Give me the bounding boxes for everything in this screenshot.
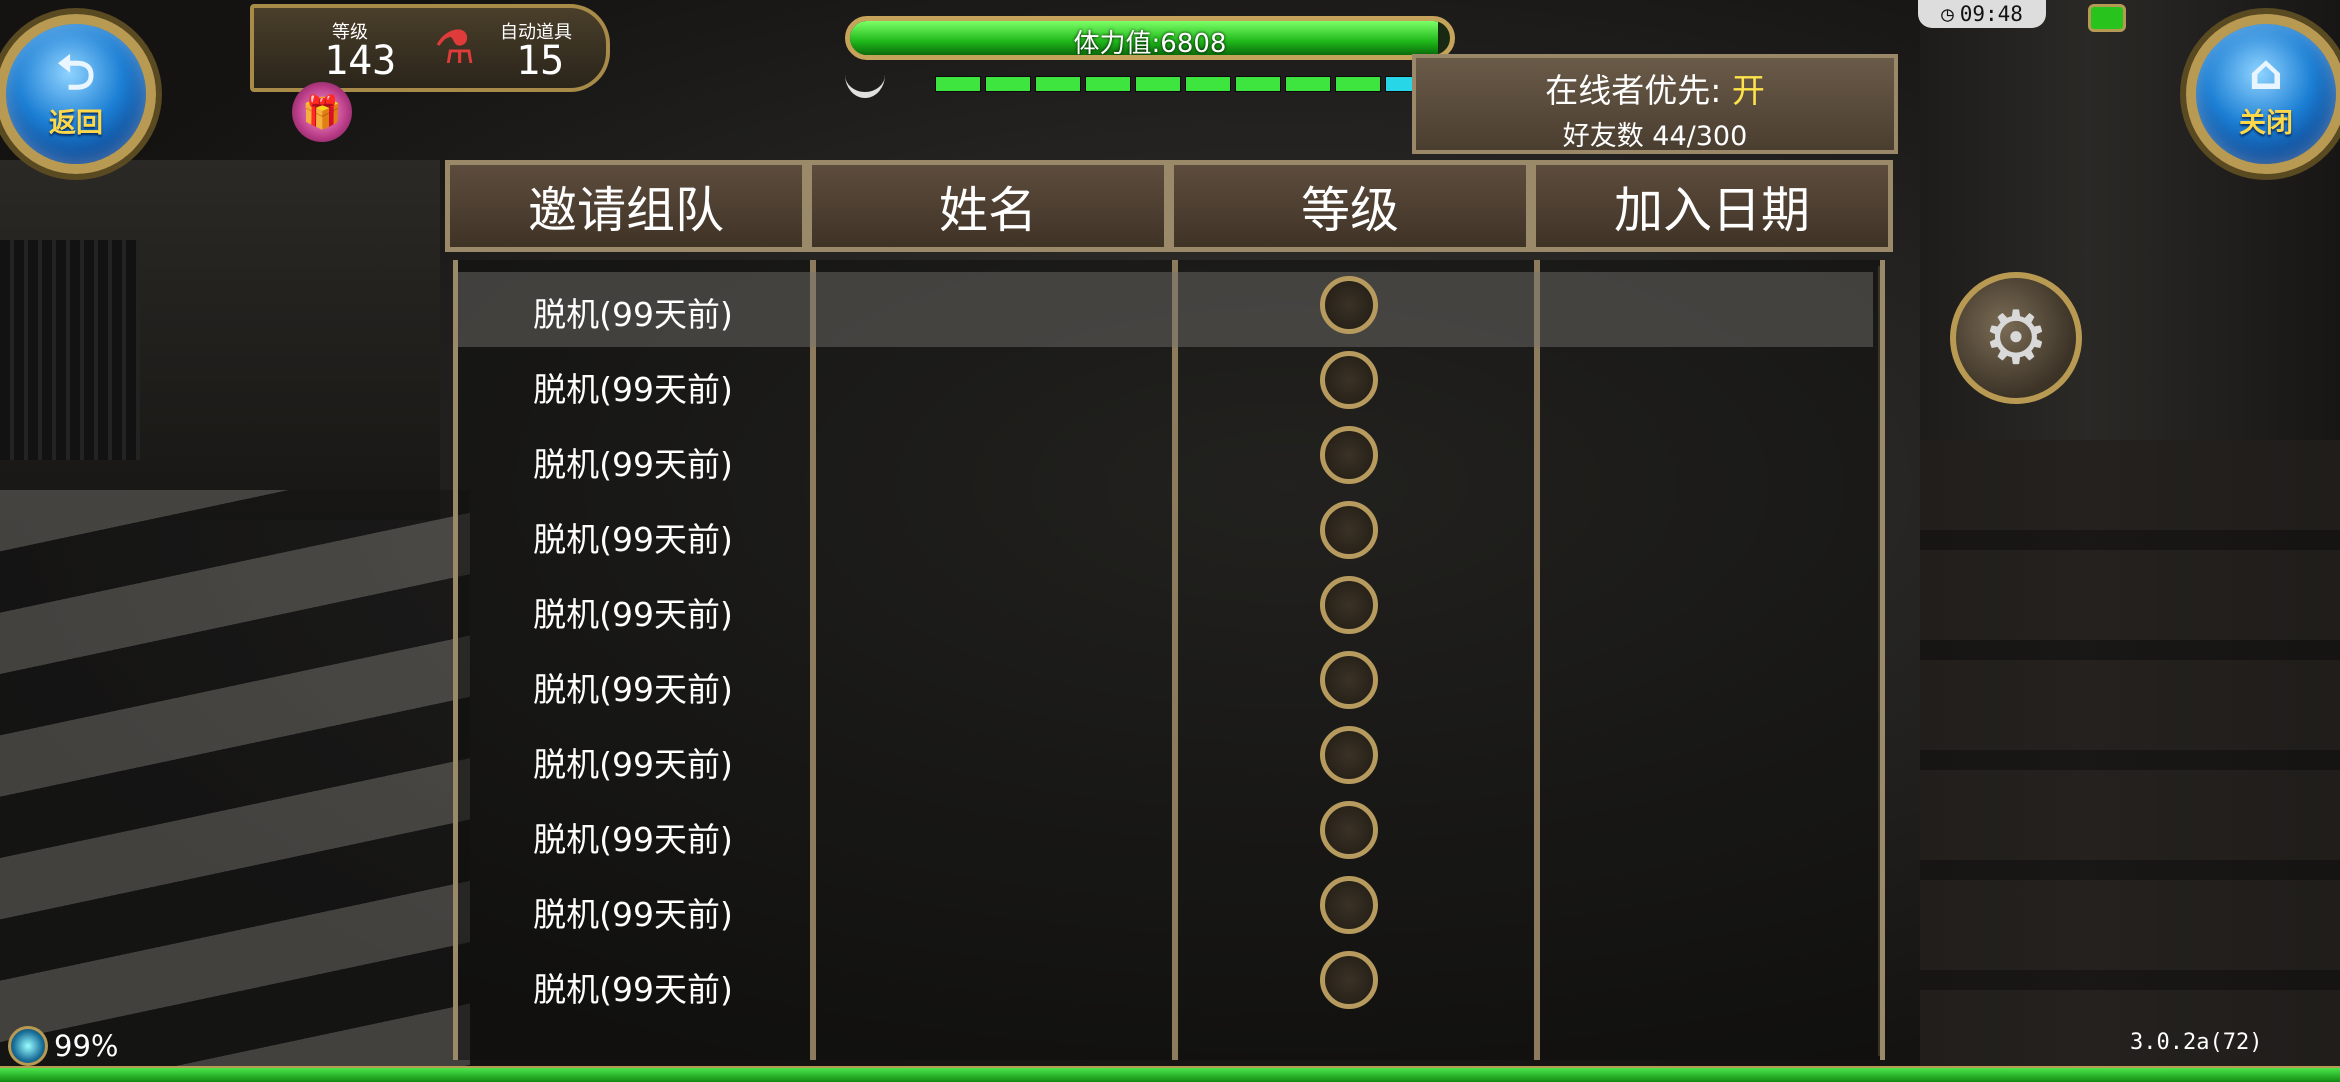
row-status: 脱机(99天前) — [533, 595, 733, 634]
auto-item-value: 15 — [516, 38, 565, 84]
stamina-text: 体力值:6808 — [1073, 29, 1227, 59]
home-icon: ⌂ — [2248, 44, 2284, 101]
level-badge — [1320, 801, 1378, 859]
player-level-plate: 等级 143 ⚗ 自动道具 15 — [250, 4, 610, 92]
level-value: 143 — [324, 38, 397, 84]
table-row[interactable]: 脱机(99天前) — [458, 947, 1873, 1022]
checkered-floor — [0, 490, 470, 1080]
level-badge — [1320, 951, 1378, 1009]
table-row[interactable]: 脱机(99天前) — [458, 872, 1873, 947]
loading-status: 99% — [8, 1026, 118, 1066]
row-status: 脱机(99天前) — [533, 820, 733, 859]
table-row[interactable]: 脱机(99天前) — [458, 347, 1873, 422]
books-left — [0, 240, 140, 460]
potion-icon: ⚗ — [434, 20, 476, 74]
row-status: 脱机(99天前) — [533, 445, 733, 484]
table-row[interactable]: 脱机(99天前) — [458, 572, 1873, 647]
clock: ◷ 09:48 — [1918, 0, 2046, 28]
level-badge — [1320, 426, 1378, 484]
clock-text: 09:48 — [1959, 2, 2023, 26]
row-status: 脱机(99天前) — [533, 520, 733, 559]
level-badge — [1320, 876, 1378, 934]
energy-pip — [1335, 76, 1381, 92]
energy-pip — [1285, 76, 1331, 92]
row-status: 脱机(99天前) — [533, 370, 733, 409]
level-badge — [1320, 276, 1378, 334]
clock-icon: ◷ — [1941, 2, 1954, 26]
battery-icon — [2088, 4, 2126, 32]
row-status: 脱机(99天前) — [533, 895, 733, 934]
close-button[interactable]: ⌂ 关闭 — [2186, 14, 2340, 174]
bookshelf-right — [1920, 440, 2340, 1080]
friend-count: 好友数 44/300 — [1562, 121, 1748, 152]
table-body: 脱机(99天前) 脱机(99天前) 脱机(99天前) 脱机(99天前) 脱机(99天前)… — [453, 260, 1885, 1060]
energy-pip — [1085, 76, 1131, 92]
back-arrow-icon: ⮌ — [56, 44, 96, 101]
header-level[interactable]: 等级 — [1169, 160, 1531, 252]
level-badge — [1320, 726, 1378, 784]
energy-pip — [985, 76, 1031, 92]
header-name[interactable]: 姓名 — [807, 160, 1169, 252]
table-header: 邀请组队 姓名 等级 加入日期 — [445, 160, 1893, 258]
table-row[interactable]: 脱机(99天前) — [458, 422, 1873, 497]
table-row[interactable]: 脱机(99天前) — [458, 272, 1873, 347]
energy-pip — [1035, 76, 1081, 92]
version-text: 3.0.2a(72) — [2130, 1030, 2263, 1055]
row-status: 脱机(99天前) — [533, 295, 733, 334]
header-invite[interactable]: 邀请组队 — [445, 160, 807, 252]
online-priority-value: 开 — [1731, 71, 1765, 110]
energy-pip — [1185, 76, 1231, 92]
percent-text: 99% — [54, 1029, 119, 1063]
header-join-date[interactable]: 加入日期 — [1531, 160, 1893, 252]
scrollbar[interactable] — [1878, 266, 1885, 1056]
gift-icon[interactable]: 🎁 — [292, 82, 352, 142]
level-badge — [1320, 651, 1378, 709]
back-button[interactable]: ⮌ 返回 — [0, 14, 156, 174]
table-row[interactable]: 脱机(99天前) — [458, 497, 1873, 572]
orb-icon — [8, 1026, 48, 1066]
table-row[interactable]: 脱机(99天前) — [458, 797, 1873, 872]
online-priority-label: 在线者优先: — [1545, 71, 1722, 110]
friend-list-panel: 邀请组队 姓名 等级 加入日期 脱机(99天前) 脱机(99天前) 脱机(99天前)… — [445, 160, 1893, 1060]
row-status: 脱机(99天前) — [533, 670, 733, 709]
settings-button[interactable]: ⚙ — [1950, 272, 2082, 404]
scrollbar-thumb[interactable] — [1880, 266, 1885, 466]
stamina-bar: 体力值:6808 — [845, 16, 1455, 60]
energy-pip — [1235, 76, 1281, 92]
table-row[interactable]: 脱机(99天前) — [458, 647, 1873, 722]
row-status: 脱机(99天前) — [533, 970, 733, 1009]
online-panel: 在线者优先: 开 好友数 44/300 — [1412, 54, 1898, 154]
row-status: 脱机(99天前) — [533, 745, 733, 784]
back-button-label: 返回 — [49, 107, 103, 139]
gear-icon: ⚙ — [1982, 295, 2050, 381]
level-badge — [1320, 501, 1378, 559]
level-badge — [1320, 351, 1378, 409]
energy-pip — [935, 76, 981, 92]
online-priority[interactable]: 在线者优先: 开 — [1416, 64, 1894, 112]
energy-pip — [1135, 76, 1181, 92]
level-badge — [1320, 576, 1378, 634]
close-button-label: 关闭 — [2239, 107, 2293, 139]
table-row[interactable]: 脱机(99天前) — [458, 722, 1873, 797]
